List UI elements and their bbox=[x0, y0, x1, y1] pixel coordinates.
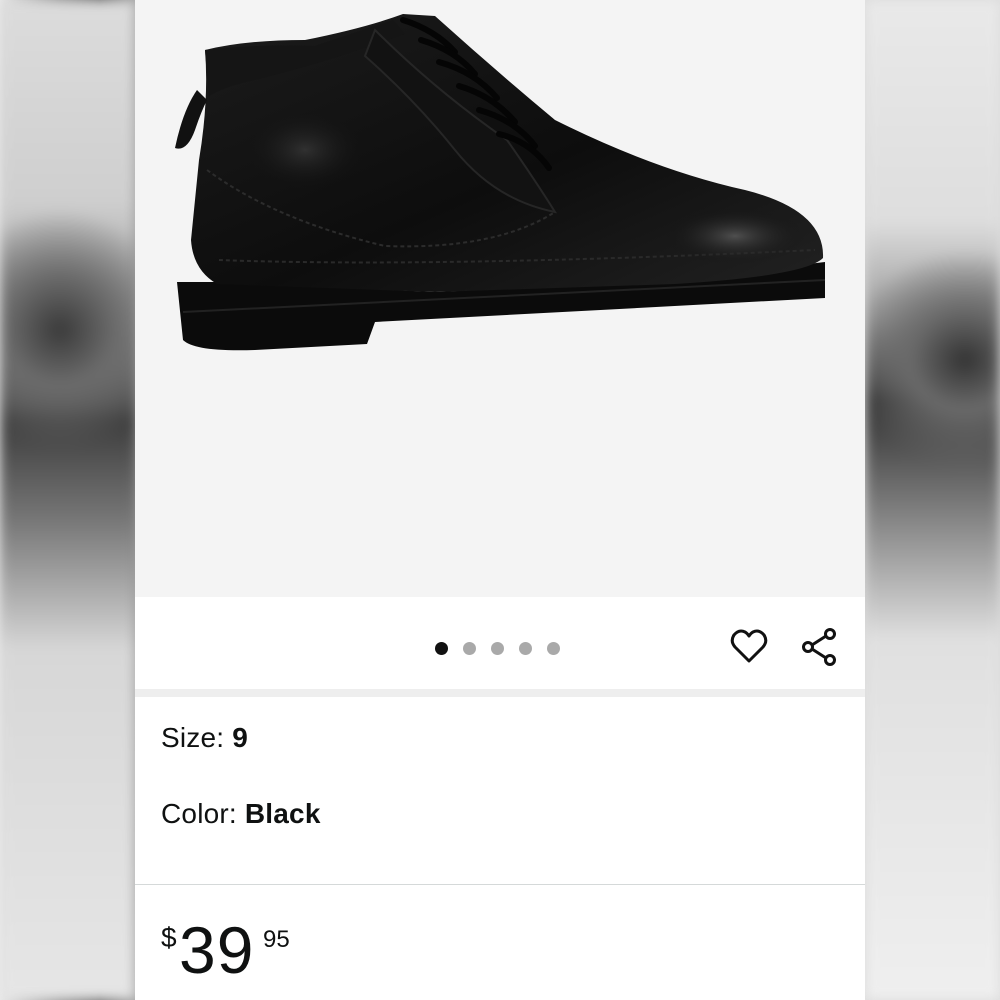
share-icon bbox=[802, 628, 836, 666]
blurred-background-left bbox=[0, 0, 136, 1000]
carousel-dot-4[interactable] bbox=[519, 642, 532, 655]
boot-image bbox=[175, 14, 826, 351]
section-divider bbox=[135, 689, 865, 697]
color-label: Color: bbox=[161, 798, 245, 829]
favorite-button[interactable] bbox=[729, 627, 769, 667]
share-button[interactable] bbox=[799, 627, 839, 667]
carousel-dot-2[interactable] bbox=[463, 642, 476, 655]
carousel-dots[interactable] bbox=[435, 642, 560, 656]
carousel-dot-1[interactable] bbox=[435, 642, 448, 655]
color-value: Black bbox=[244, 798, 321, 829]
price-currency-symbol: $ bbox=[161, 922, 177, 953]
product-page: Size: 9 Color: Black $ 39 95 bbox=[135, 0, 865, 1000]
heart-icon bbox=[730, 629, 768, 663]
carousel-dot-3[interactable] bbox=[491, 642, 504, 655]
size-value: 9 bbox=[232, 722, 249, 753]
price-fraction: 95 bbox=[263, 926, 290, 953]
blurred-background-right bbox=[865, 0, 1000, 1000]
carousel-dot-5[interactable] bbox=[547, 642, 560, 655]
size-label: Size: bbox=[161, 722, 233, 753]
product-image[interactable] bbox=[135, 0, 865, 597]
size-selector[interactable]: Size: 9 bbox=[161, 722, 248, 754]
color-selector[interactable]: Color: Black bbox=[161, 798, 321, 830]
carousel-bar bbox=[135, 597, 865, 689]
price-divider bbox=[135, 884, 865, 885]
price-whole: 39 bbox=[179, 913, 255, 987]
